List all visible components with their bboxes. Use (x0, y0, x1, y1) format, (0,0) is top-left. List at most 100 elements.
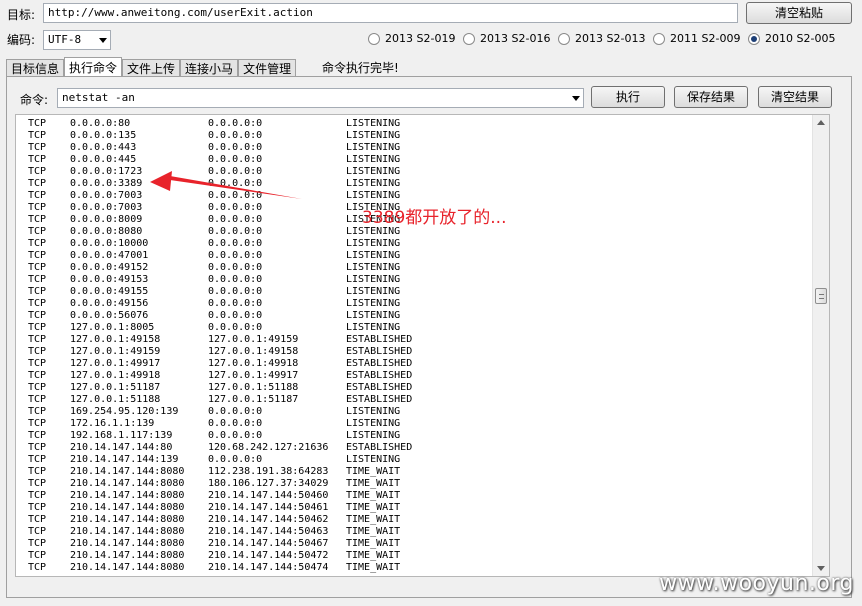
table-row: TCP 169.254.95.120:139 0.0.0.0:0 LISTENING (28, 406, 436, 418)
protocol-cell: TCP (28, 274, 47, 285)
exploit-option-label: 2010 S2-005 (765, 32, 836, 45)
local-address-cell: 127.0.0.1:49158 (70, 334, 161, 345)
protocol-cell: TCP (28, 262, 47, 273)
scroll-thumb[interactable] (815, 288, 827, 304)
local-address-cell: 210.14.147.144:8080 (70, 502, 185, 513)
annotation-text: 3389都开放了的... (362, 208, 507, 228)
foreign-address-cell: 127.0.0.1:49917 (208, 370, 299, 381)
protocol-cell: TCP (28, 394, 47, 405)
local-address-cell: 127.0.0.1:49918 (70, 370, 161, 381)
state-cell: TIME_WAIT (346, 502, 401, 513)
local-address-cell: 192.168.1.117:139 (70, 430, 173, 441)
protocol-cell: TCP (28, 310, 47, 321)
tab-1[interactable]: 目标信息 (6, 59, 65, 77)
local-address-cell: 210.14.147.144:8080 (70, 562, 185, 573)
state-cell: ESTABLISHED (346, 370, 413, 381)
table-row: TCP 0.0.0.0:80 0.0.0.0:0 LISTENING (28, 118, 436, 130)
encoding-select[interactable]: UTF-8 (43, 30, 111, 50)
exploit-option[interactable]: 2013 S2-013 (558, 32, 653, 45)
local-address-cell: 127.0.0.1:49917 (70, 358, 161, 369)
state-cell: LISTENING (346, 178, 401, 189)
vertical-scrollbar[interactable] (812, 115, 829, 576)
radio-button-icon[interactable] (558, 32, 570, 45)
radio-button-icon[interactable] (748, 32, 760, 45)
foreign-address-cell: 0.0.0.0:0 (208, 454, 263, 465)
table-row: TCP 210.14.147.144:8080 210.14.147.144:504… (28, 526, 436, 538)
tab-5[interactable]: 文件管理 (238, 59, 297, 77)
foreign-address-cell: 0.0.0.0:0 (208, 214, 263, 225)
state-cell: LISTENING (346, 430, 401, 441)
protocol-cell: TCP (28, 298, 47, 309)
table-row: TCP 210.14.147.144:8080 210.14.147.144:504… (28, 514, 436, 526)
local-address-cell: 0.0.0.0:1723 (70, 166, 143, 177)
protocol-cell: TCP (28, 238, 47, 249)
state-cell: TIME_WAIT (346, 478, 401, 489)
local-address-cell: 127.0.0.1:51188 (70, 394, 161, 405)
save-result-button[interactable]: 保存结果 (674, 86, 748, 108)
status-message: 命令执行完毕! (322, 61, 399, 75)
radio-button-icon[interactable] (463, 32, 475, 45)
local-address-cell: 0.0.0.0:49155 (70, 286, 149, 297)
target-url-input[interactable]: http://www.anweitong.com/userExit.action (43, 3, 738, 23)
foreign-address-cell: 127.0.0.1:49918 (208, 358, 299, 369)
table-row: TCP 210.14.147.144:8080 210.14.147.144:504… (28, 562, 436, 574)
protocol-cell: TCP (28, 382, 47, 393)
protocol-cell: TCP (28, 142, 47, 153)
foreign-address-cell: 0.0.0.0:0 (208, 250, 263, 261)
clear-paste-button[interactable]: 清空粘贴 (746, 2, 852, 24)
foreign-address-cell: 0.0.0.0:0 (208, 286, 263, 297)
table-row: TCP 0.0.0.0:7003 0.0.0.0:0 LISTENING (28, 190, 436, 202)
state-cell: LISTENING (346, 322, 401, 333)
command-input[interactable]: netstat -an (57, 88, 584, 108)
table-row: TCP 127.0.0.1:51187 127.0.0.1:51188 ESTABLI… (28, 382, 436, 394)
state-cell: TIME_WAIT (346, 490, 401, 501)
local-address-cell: 0.0.0.0:445 (70, 154, 137, 165)
exploit-option[interactable]: 2011 S2-009 (653, 32, 748, 45)
protocol-cell: TCP (28, 514, 47, 525)
state-cell: TIME_WAIT (346, 514, 401, 525)
state-cell: LISTENING (346, 190, 401, 201)
watermark-text: www.wooyun.org (659, 571, 854, 596)
state-cell: LISTENING (346, 262, 401, 273)
protocol-cell: TCP (28, 166, 47, 177)
local-address-cell: 210.14.147.144:8080 (70, 466, 185, 477)
protocol-cell: TCP (28, 322, 47, 333)
execute-button[interactable]: 执行 (591, 86, 665, 108)
chevron-down-icon (99, 38, 107, 43)
local-address-cell: 0.0.0.0:8009 (70, 214, 143, 225)
state-cell: LISTENING (346, 298, 401, 309)
foreign-address-cell: 0.0.0.0:0 (208, 118, 263, 129)
local-address-cell: 172.16.1.1:139 (70, 418, 155, 429)
exploit-option[interactable]: 2013 S2-016 (463, 32, 558, 45)
target-label: 目标: (7, 8, 36, 22)
local-address-cell: 0.0.0.0:49152 (70, 262, 149, 273)
table-row: TCP 127.0.0.1:51188 127.0.0.1:51187 ESTABLI… (28, 394, 436, 406)
foreign-address-cell: 0.0.0.0:0 (208, 418, 263, 429)
exploit-option[interactable]: 2013 S2-019 (368, 32, 463, 45)
state-cell: TIME_WAIT (346, 550, 401, 561)
tab-2[interactable]: 执行命令 (64, 57, 123, 77)
table-row: TCP 210.14.147.144:8080 210.14.147.144:504… (28, 502, 436, 514)
foreign-address-cell: 0.0.0.0:0 (208, 274, 263, 285)
radio-button-icon[interactable] (653, 32, 665, 45)
protocol-cell: TCP (28, 118, 47, 129)
protocol-cell: TCP (28, 370, 47, 381)
tab-4[interactable]: 连接小马 (180, 59, 239, 77)
state-cell: TIME_WAIT (346, 538, 401, 549)
protocol-cell: TCP (28, 562, 47, 573)
protocol-cell: TCP (28, 550, 47, 561)
local-address-cell: 127.0.0.1:8005 (70, 322, 155, 333)
protocol-cell: TCP (28, 214, 47, 225)
clear-result-button[interactable]: 清空结果 (758, 86, 832, 108)
output-textarea[interactable]: TCP 0.0.0.0:80 0.0.0.0:0 LISTENING TCP 0.0.0.… (15, 114, 830, 577)
protocol-cell: TCP (28, 466, 47, 477)
radio-button-icon[interactable] (368, 32, 380, 45)
foreign-address-cell: 120.68.242.127:21636 (208, 442, 329, 453)
tab-3[interactable]: 文件上传 (122, 59, 181, 77)
exploit-option[interactable]: 2010 S2-005 (748, 32, 838, 45)
state-cell: ESTABLISHED (346, 334, 413, 345)
table-row: TCP 210.14.147.144:8080 210.14.147.144:504… (28, 490, 436, 502)
protocol-cell: TCP (28, 418, 47, 429)
scroll-up-button[interactable] (813, 115, 829, 131)
netstat-output: TCP 0.0.0.0:80 0.0.0.0:0 LISTENING TCP 0.0.0.… (28, 118, 436, 574)
